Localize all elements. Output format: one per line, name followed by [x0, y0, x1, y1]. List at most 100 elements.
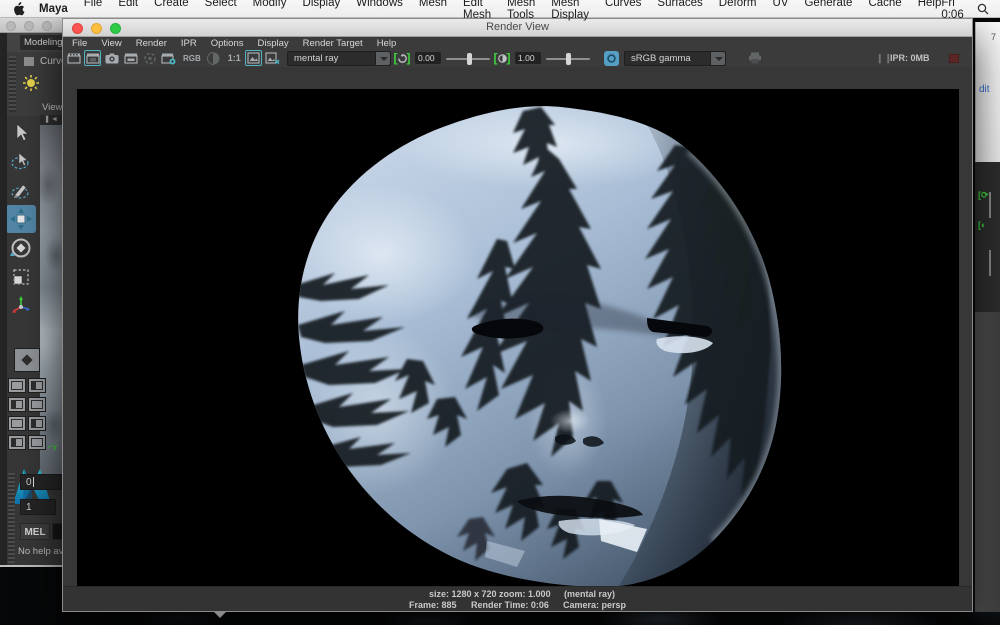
render-view-menu-item[interactable]: IPR: [181, 38, 197, 49]
maya-main-titlebar[interactable]: [0, 18, 63, 33]
os-menu-item[interactable]: Create: [154, 0, 189, 21]
ipr-render-icon[interactable]: [141, 50, 158, 66]
spotlight-search-icon[interactable]: [977, 3, 989, 15]
colorspace-dropdown[interactable]: sRGB gamma: [624, 51, 726, 66]
alpha-channel-icon[interactable]: [205, 50, 222, 66]
os-menu-item[interactable]: Edit Mesh: [463, 0, 491, 21]
render-settings-icon[interactable]: [160, 50, 177, 66]
redo-previous-render-icon[interactable]: [65, 50, 82, 66]
os-menu-item[interactable]: Mesh Display: [551, 0, 589, 21]
render-view-menu-item[interactable]: Display: [258, 38, 289, 49]
apple-menu-icon[interactable]: [12, 2, 25, 16]
range-end-field[interactable]: 1: [20, 499, 56, 515]
last-tool-axis-icon[interactable]: [6, 292, 36, 320]
background-contrast-icon[interactable]: [◐: [978, 220, 986, 230]
render-view-menu-item[interactable]: Help: [377, 38, 397, 49]
real-size-button[interactable]: 1:1: [228, 53, 241, 63]
select-tool-button[interactable]: [6, 118, 36, 146]
lasso-select-tool-button[interactable]: [6, 147, 36, 175]
status-size-zoom: size: 1280 x 720 zoom: 1.000: [429, 589, 551, 599]
os-menu-item[interactable]: Modify: [253, 0, 287, 21]
background-edit-link[interactable]: dit: [979, 84, 990, 95]
render-region-icon[interactable]: [84, 50, 101, 66]
display-contrast-icon[interactable]: []: [493, 50, 511, 66]
range-start-field[interactable]: 0: [20, 474, 62, 490]
rgb-channels-button[interactable]: RGB: [183, 54, 201, 63]
os-menu-item[interactable]: File: [84, 0, 103, 21]
window-resize-notch[interactable]: [213, 611, 227, 618]
render-view-menu-item[interactable]: Options: [211, 38, 244, 49]
os-menu-item[interactable]: Edit: [118, 0, 138, 21]
exposure-slider[interactable]: [446, 58, 490, 60]
display-exposure-icon[interactable]: []: [393, 50, 411, 66]
chevron-down-icon: [375, 52, 390, 65]
snapshot-icon[interactable]: [103, 50, 120, 66]
background-exposure-icon[interactable]: [⟳: [978, 190, 989, 201]
ipr-stop-button[interactable]: [949, 54, 959, 63]
render-view-menu-item[interactable]: Render Target: [303, 38, 363, 49]
render-sequence-icon[interactable]: [122, 50, 139, 66]
renderer-dropdown[interactable]: mental ray: [287, 51, 391, 66]
layout-four-pane-button[interactable]: [8, 378, 26, 393]
exposure-slider-knob[interactable]: [467, 53, 472, 65]
layout-pane-button[interactable]: [28, 397, 46, 412]
contrast-slider[interactable]: [546, 58, 590, 60]
inactive-minimize-button[interactable]: [24, 21, 34, 31]
rendered-image-canvas[interactable]: [77, 89, 959, 586]
viewport-camera-icon[interactable]: ❚◄: [40, 115, 63, 125]
scale-tool-button[interactable]: [6, 263, 36, 291]
os-menu-item[interactable]: UV: [773, 0, 789, 21]
render-view-menu-item[interactable]: Render: [136, 38, 167, 49]
os-menu-item[interactable]: Windows: [356, 0, 403, 21]
remove-image-icon[interactable]: [264, 50, 281, 66]
paint-select-tool-button[interactable]: [6, 176, 36, 204]
render-view-window: Render View File View Render IPR Options Disp…: [62, 18, 973, 612]
text-cursor: [33, 477, 34, 487]
layout-hypershade-button[interactable]: [28, 416, 46, 431]
render-view-menu-item[interactable]: View: [101, 38, 121, 49]
menu-app-name[interactable]: Maya: [39, 3, 68, 15]
shelf-tab-icon[interactable]: [24, 57, 34, 66]
ipr-memory-label: IPR: 0MB: [890, 53, 930, 63]
os-menu-item[interactable]: Curves: [605, 0, 641, 21]
menuset-dropdown[interactable]: Modeling: [20, 35, 63, 50]
layout-extra-button[interactable]: [28, 435, 46, 450]
keep-image-icon[interactable]: [245, 50, 262, 66]
layout-uv-editor-button[interactable]: [8, 435, 26, 450]
layout-two-pane-button[interactable]: [28, 378, 46, 393]
os-menu-item[interactable]: Mesh Tools: [507, 0, 535, 21]
render-view-toolbar: RGB 1:1 mental ray [] 0.00: [63, 49, 972, 68]
render-view-menu-item[interactable]: File: [72, 38, 87, 49]
os-menu-item[interactable]: Generate: [804, 0, 852, 21]
contrast-slider-knob[interactable]: [566, 53, 571, 65]
contrast-field[interactable]: 1.00: [515, 52, 541, 64]
command-line-language-toggle[interactable]: MEL: [20, 523, 50, 540]
render-view-titlebar[interactable]: Render View: [63, 19, 972, 37]
move-tool-button[interactable]: [6, 205, 36, 233]
status-camera: Camera: persp: [563, 600, 626, 610]
inactive-close-button[interactable]: [6, 21, 16, 31]
status-renderer-note: (mental ray): [564, 589, 615, 599]
os-menu-item[interactable]: Deform: [719, 0, 757, 21]
exposure-field[interactable]: 0.00: [415, 52, 441, 64]
panel-drag-handles[interactable]: [8, 473, 15, 563]
menubar-clock[interactable]: Fri 0:06: [941, 0, 963, 21]
os-menu-item[interactable]: Help: [918, 0, 942, 21]
os-menu-item[interactable]: Surfaces: [657, 0, 702, 21]
sun-light-icon[interactable]: [22, 74, 40, 92]
layout-single-pane-button[interactable]: [14, 348, 40, 372]
background-slider[interactable]: [989, 192, 991, 218]
layout-persp-graph-button[interactable]: [8, 416, 26, 431]
color-management-icon[interactable]: [604, 51, 619, 66]
os-menu-item[interactable]: Display: [303, 0, 341, 21]
rotate-tool-button[interactable]: [6, 234, 36, 262]
os-menu-item[interactable]: Cache: [868, 0, 901, 21]
os-menu-item[interactable]: Mesh: [419, 0, 447, 21]
background-slider-2[interactable]: [989, 250, 991, 276]
os-menu-item[interactable]: Select: [205, 0, 237, 21]
inactive-zoom-button[interactable]: [42, 21, 52, 31]
print-icon[interactable]: [746, 50, 763, 66]
layout-persp-outliner-button[interactable]: [8, 397, 26, 412]
viewport-panel-menu-label[interactable]: View: [42, 102, 62, 113]
shelf-drag-handle[interactable]: [9, 56, 16, 112]
